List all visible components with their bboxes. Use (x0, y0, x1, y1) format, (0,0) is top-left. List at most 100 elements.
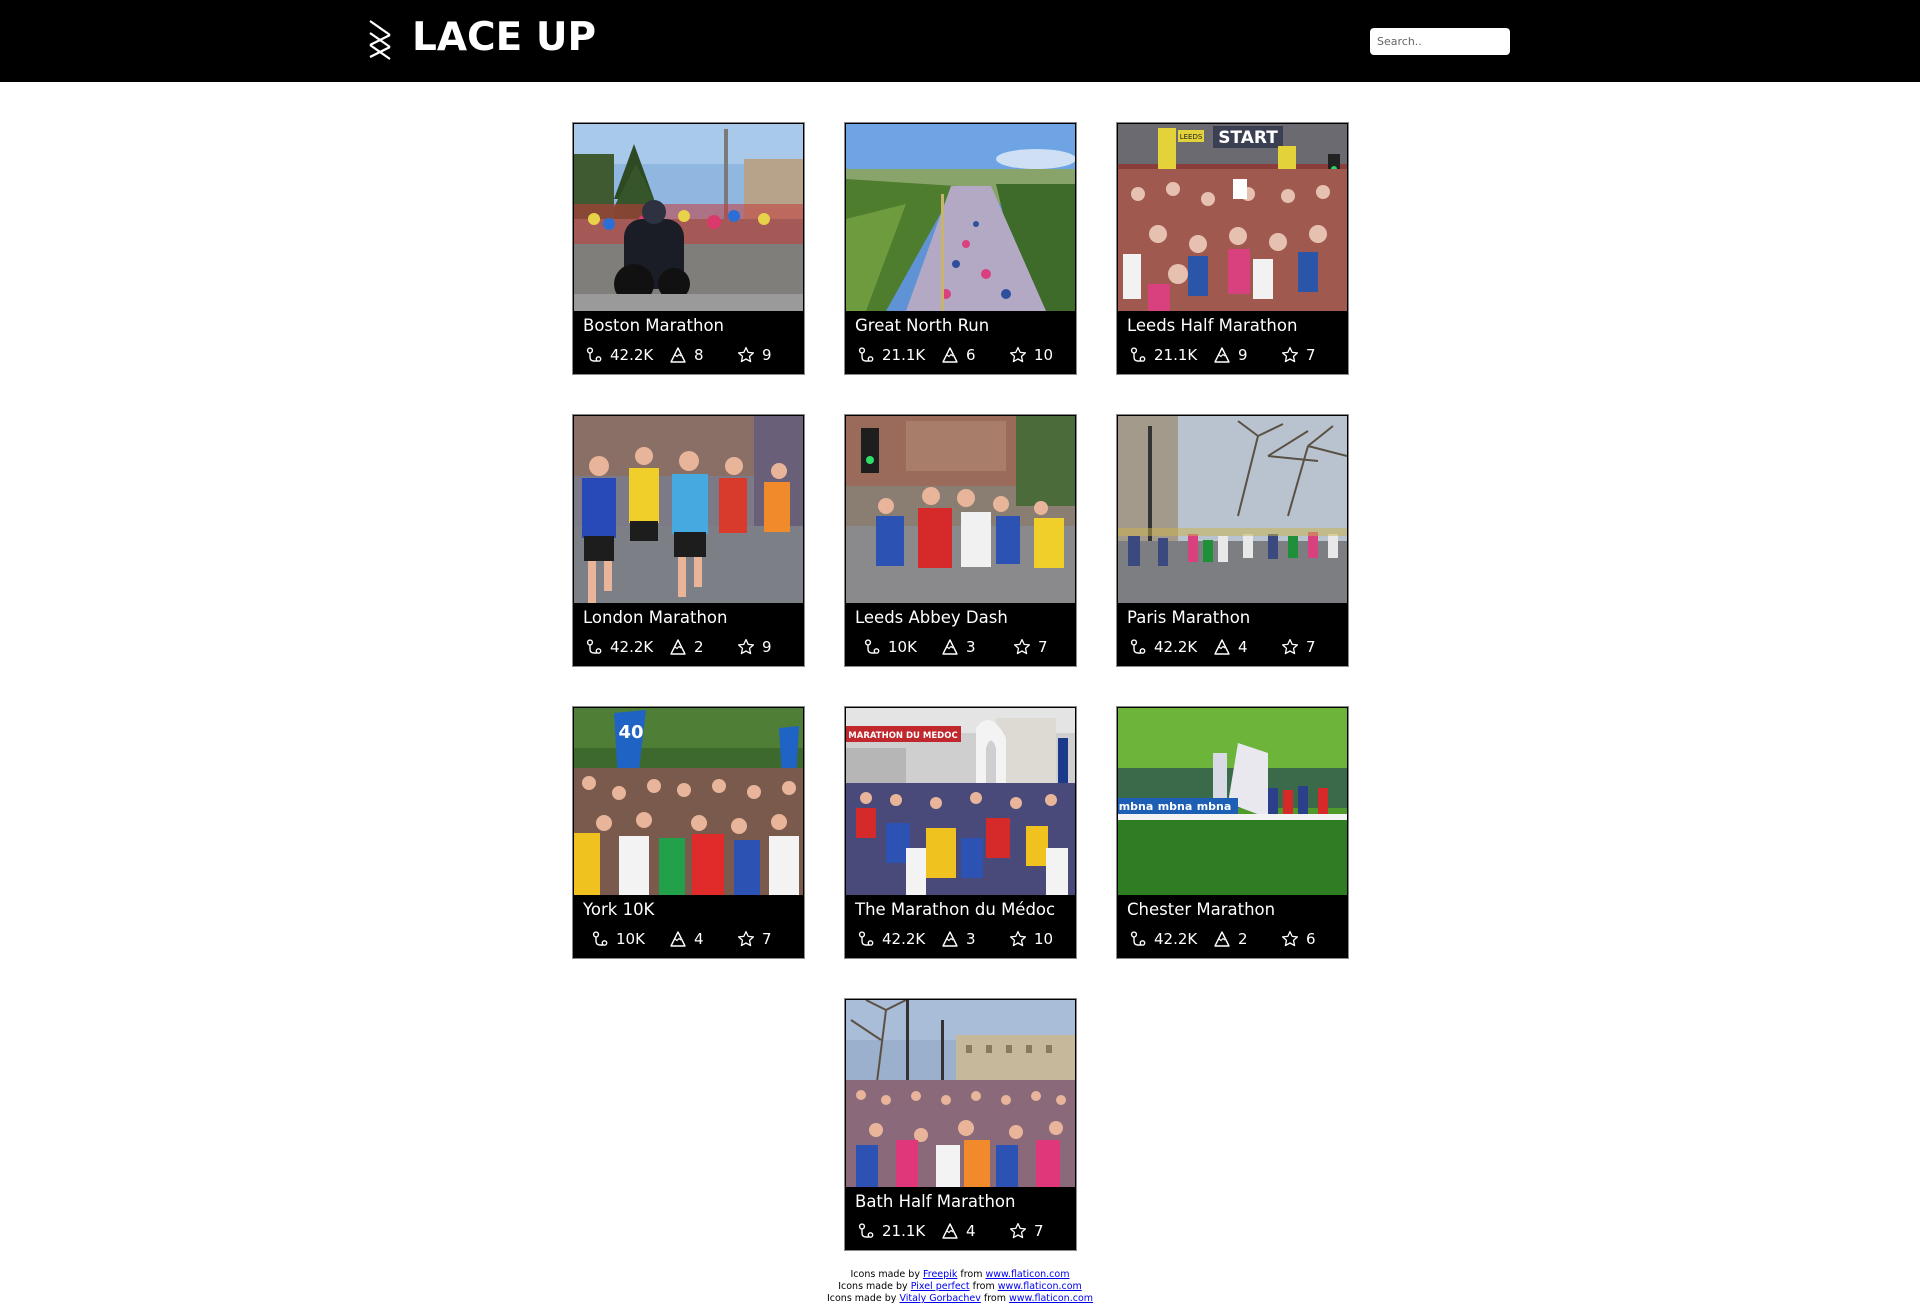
star-outline-icon (1281, 346, 1299, 363)
race-card[interactable]: mbna mbna mbna Chester Marathon 42.2K 2 … (1116, 706, 1349, 959)
race-card[interactable]: MARATHON DU MEDOC The Marathon du Médoc … (844, 706, 1077, 959)
rating-stat: 9 (737, 635, 772, 659)
race-photo (574, 124, 803, 311)
elevation-stat: 6 (941, 343, 976, 367)
distance-value: 42.2K (610, 638, 654, 656)
elevation-stat: 8 (669, 343, 704, 367)
star-outline-icon (737, 638, 755, 655)
race-stats: 10K 3 7 (857, 635, 1072, 659)
race-card[interactable]: Leeds Abbey Dash 10K 3 7 (844, 414, 1077, 667)
credit-mid: from (957, 1269, 986, 1280)
distance-value: 10K (616, 930, 645, 948)
race-photo (846, 416, 1075, 603)
race-photo (1118, 416, 1347, 603)
credit-mid: from (980, 1293, 1010, 1304)
race-card[interactable]: Great North Run 21.1K 6 10 (844, 122, 1077, 375)
credit-author-link[interactable]: Vitaly Gorbachev (899, 1293, 980, 1304)
race-stats: 21.1K 6 10 (857, 343, 1072, 367)
race-card[interactable]: 40 York 10K 10K 4 7 (572, 706, 805, 959)
distance-value: 21.1K (882, 346, 926, 364)
race-card[interactable]: Paris Marathon 42.2K 4 7 (1116, 414, 1349, 667)
star-outline-icon (1281, 638, 1299, 655)
race-name: London Marathon (583, 608, 728, 627)
distance-value: 10K (888, 638, 917, 656)
distance-stat: 42.2K (585, 635, 653, 659)
race-stats: 10K 4 7 (585, 927, 800, 951)
credit-author-link[interactable]: Freepik (923, 1269, 957, 1280)
elevation-stat: 4 (669, 927, 704, 951)
race-name: York 10K (583, 900, 655, 919)
rating-stat: 7 (1009, 1219, 1044, 1243)
runner-route-icon (858, 931, 874, 946)
race-stats: 42.2K 8 9 (585, 343, 800, 367)
rating-value: 10 (1034, 930, 1054, 948)
credit-line: Icons made by Vitaly Gorbachev from www.… (0, 1293, 1920, 1305)
rating-value: 6 (1306, 930, 1316, 948)
race-name: Bath Half Marathon (855, 1192, 1016, 1211)
rating-value: 7 (1038, 638, 1048, 656)
elevation-value: 2 (1238, 930, 1248, 948)
elevation-value: 6 (966, 346, 976, 364)
runner-route-icon (1130, 347, 1146, 362)
race-card[interactable]: Boston Marathon 42.2K 8 9 (572, 122, 805, 375)
rating-value: 7 (762, 930, 772, 948)
credit-site-link[interactable]: www.flaticon.com (985, 1269, 1069, 1280)
race-photo (846, 124, 1075, 311)
elevation-value: 4 (1238, 638, 1248, 656)
runner-route-icon (864, 639, 880, 654)
race-stats: 42.2K 2 9 (585, 635, 800, 659)
distance-stat: 21.1K (857, 1219, 925, 1243)
elevation-value: 4 (966, 1222, 976, 1240)
elevation-stat: 3 (941, 635, 976, 659)
distance-value: 21.1K (882, 1222, 926, 1240)
credit-author-link[interactable]: Pixel perfect (911, 1281, 970, 1292)
elevation-value: 3 (966, 930, 976, 948)
distance-stat: 42.2K (1129, 927, 1197, 951)
race-stats: 42.2K 2 6 (1129, 927, 1344, 951)
runner-route-icon (592, 931, 608, 946)
star-outline-icon (737, 930, 755, 947)
mountain-icon (670, 347, 686, 363)
rating-value: 7 (1306, 638, 1316, 656)
race-photo: MARATHON DU MEDOC (846, 708, 1075, 895)
race-photo: 40 (574, 708, 803, 895)
mountain-icon (670, 931, 686, 947)
race-photo (846, 1000, 1075, 1187)
distance-stat: 10K (863, 635, 917, 659)
race-card[interactable]: START LEEDS Leeds Half Marathon 21.1K 9 … (1116, 122, 1349, 375)
race-name: Leeds Abbey Dash (855, 608, 1008, 627)
race-name: Boston Marathon (583, 316, 724, 335)
rating-stat: 7 (737, 927, 772, 951)
mountain-icon (670, 639, 686, 655)
york-flag-text: 40 (618, 722, 643, 743)
race-card[interactable]: Bath Half Marathon 21.1K 4 7 (844, 998, 1077, 1251)
mountain-icon (942, 347, 958, 363)
race-name: Great North Run (855, 316, 990, 335)
distance-value: 42.2K (882, 930, 926, 948)
distance-stat: 21.1K (1129, 343, 1197, 367)
rating-stat: 10 (1009, 927, 1053, 951)
medoc-banner-text: MARATHON DU MEDOC (848, 731, 957, 741)
elevation-value: 3 (966, 638, 976, 656)
runner-route-icon (586, 347, 602, 362)
race-name: Chester Marathon (1127, 900, 1276, 919)
mountain-icon (942, 931, 958, 947)
race-photo: START LEEDS (1118, 124, 1347, 311)
race-stats: 21.1K 9 7 (1129, 343, 1344, 367)
race-stats: 42.2K 3 10 (857, 927, 1072, 951)
credit-site-link[interactable]: www.flaticon.com (998, 1281, 1082, 1292)
mountain-icon (942, 1223, 958, 1239)
leeds-flag-text: LEEDS (1180, 133, 1203, 141)
race-card[interactable]: London Marathon 42.2K 2 9 (572, 414, 805, 667)
rating-stat: 9 (737, 343, 772, 367)
credit-site-link[interactable]: www.flaticon.com (1009, 1293, 1093, 1304)
star-outline-icon (1281, 930, 1299, 947)
credit-prefix: Icons made by (850, 1269, 923, 1280)
distance-stat: 21.1K (857, 343, 925, 367)
rating-value: 7 (1306, 346, 1316, 364)
runner-route-icon (1130, 639, 1146, 654)
distance-value: 42.2K (610, 346, 654, 364)
race-name: Leeds Half Marathon (1127, 316, 1298, 335)
star-outline-icon (1013, 638, 1031, 655)
credit-prefix: Icons made by (826, 1293, 900, 1304)
